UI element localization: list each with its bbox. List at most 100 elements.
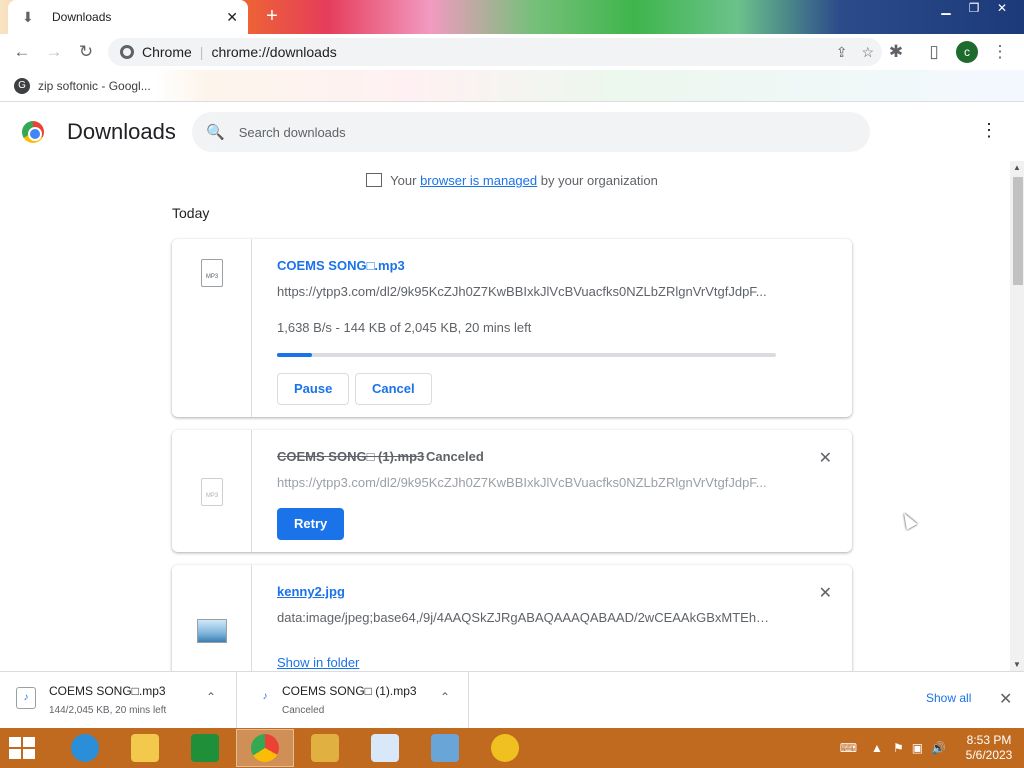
volume-icon[interactable]: 🔊: [931, 741, 946, 755]
window-controls: ▁ ❐ ✕: [932, 0, 1016, 18]
audio-file-icon: ♪: [262, 691, 268, 702]
address-bar[interactable]: Chrome | chrome://downloads ⇪ ☆: [108, 38, 882, 66]
file-icon-column: [172, 565, 252, 671]
media-taskbar-icon[interactable]: [296, 729, 354, 767]
bee-taskbar-icon[interactable]: [476, 729, 534, 767]
close-window-button[interactable]: ✕: [988, 0, 1016, 18]
remove-icon[interactable]: ✕: [819, 448, 832, 468]
managed-link[interactable]: browser is managed: [420, 173, 537, 188]
shelf-item[interactable]: ♪ COEMS SONG□.mp3 144/2,045 KB, 20 mins …: [0, 672, 237, 728]
extensions-icon[interactable]: ✱: [880, 36, 912, 68]
file-icon-column: MP3: [172, 430, 252, 552]
download-card: MP3 COEMS SONG□ (1).mp3 Canceled ✕ https…: [172, 430, 852, 552]
bookmarks-bar: G zip softonic - Googl...: [0, 70, 1024, 102]
file-name-link[interactable]: COEMS SONG□.mp3: [277, 258, 405, 273]
file-name-link[interactable]: kenny2.jpg: [277, 584, 345, 599]
forward-button[interactable]: →: [38, 36, 70, 68]
file-url: https://ytpp3.com/dl2/9k95KcZJh0Z7KwBBIx…: [277, 475, 767, 490]
title-bar: ⬇ Downloads ✕ + ▁ ❐ ✕: [0, 0, 1024, 34]
search-bar[interactable]: 🔍: [192, 112, 870, 152]
network-icon[interactable]: ▣: [912, 741, 923, 755]
reload-button[interactable]: ↻: [70, 36, 102, 68]
close-shelf-icon[interactable]: ✕: [999, 689, 1012, 709]
photo-taskbar-icon[interactable]: [416, 729, 474, 767]
download-card: kenny2.jpg ✕ data:image/jpeg;base64,/9j/…: [172, 565, 852, 671]
download-status: 1,638 B/s - 144 KB of 2,045 KB, 20 mins …: [277, 320, 532, 335]
managed-suffix: by your organization: [540, 173, 658, 188]
page-title: Downloads: [67, 119, 176, 144]
omnibox-site: Chrome: [142, 44, 192, 60]
search-input[interactable]: [238, 124, 839, 140]
omnibox-url: chrome://downloads: [211, 44, 337, 60]
shelf-item[interactable]: ♪ COEMS SONG□ (1).mp3 Canceled ⌃: [237, 672, 469, 728]
ie-taskbar-icon[interactable]: [56, 729, 114, 767]
keyboard-icon[interactable]: ⌨: [840, 741, 857, 755]
file-name: COEMS SONG□ (1).mp3: [277, 449, 425, 464]
managed-prefix: Your: [390, 173, 417, 188]
flag-icon[interactable]: ⚑: [893, 741, 904, 755]
store-taskbar-icon[interactable]: [176, 729, 234, 767]
remove-icon[interactable]: ✕: [819, 583, 832, 603]
chrome-site-icon: [120, 45, 134, 59]
show-in-folder-link[interactable]: Show in folder: [277, 655, 777, 670]
chrome-logo-icon: [22, 121, 44, 143]
show-all-button[interactable]: Show all: [926, 691, 971, 705]
chrome-taskbar-icon[interactable]: [236, 729, 294, 767]
downloads-list: Your browser is managed by your organiza…: [0, 161, 1010, 671]
shelf-item-name: COEMS SONG□.mp3: [49, 684, 166, 698]
clock[interactable]: 8:53 PM 5/6/2023: [954, 733, 1024, 763]
tab-downloads[interactable]: ⬇ Downloads ✕: [8, 0, 248, 34]
image-file-icon: [197, 619, 227, 643]
page-scrollbar[interactable]: ▲ ▼: [1010, 161, 1024, 671]
file-icon-column: MP3: [172, 239, 252, 417]
progress-bar: [277, 353, 776, 357]
windows-taskbar: ⌨ ▲ ⚑ ▣ 🔊 8:53 PM 5/6/2023: [0, 728, 1024, 768]
system-tray: ⌨ ▲ ⚑ ▣ 🔊 8:53 PM 5/6/2023: [840, 728, 1024, 768]
restore-button[interactable]: ❐: [960, 0, 988, 18]
download-shelf: ♪ COEMS SONG□.mp3 144/2,045 KB, 20 mins …: [0, 671, 1024, 728]
cancel-button[interactable]: Cancel: [355, 373, 432, 405]
retry-button[interactable]: Retry: [277, 508, 345, 540]
download-icon: ⬇: [22, 9, 34, 25]
menu-kebab-icon[interactable]: ⋮: [984, 36, 1016, 68]
clock-time: 8:53 PM: [966, 733, 1012, 747]
close-tab-icon[interactable]: ✕: [226, 9, 238, 26]
new-tab-button[interactable]: +: [262, 6, 282, 26]
clock-date: 5/6/2023: [965, 748, 1013, 762]
file-explorer-taskbar-icon[interactable]: [116, 729, 174, 767]
download-state: Canceled: [426, 449, 484, 464]
download-card: MP3 COEMS SONG□.mp3 https://ytpp3.com/dl…: [172, 239, 852, 417]
shelf-item-status: Canceled: [282, 705, 325, 716]
shelf-item-name: COEMS SONG□ (1).mp3: [282, 684, 417, 698]
mp3-file-icon: MP3: [201, 478, 223, 506]
bookmark-favicon: G: [14, 77, 30, 94]
omnibox-separator: |: [199, 44, 204, 60]
minimize-button[interactable]: ▁: [932, 0, 960, 18]
managed-notice: Your browser is managed by your organiza…: [0, 173, 1010, 188]
scroll-up-arrow-icon[interactable]: ▲: [1013, 163, 1021, 172]
tray-chevron-icon[interactable]: ▲: [871, 741, 883, 755]
scrollbar-thumb[interactable]: [1013, 177, 1023, 285]
section-label: Today: [172, 205, 210, 221]
chevron-up-icon[interactable]: ⌃: [440, 690, 450, 704]
back-button[interactable]: ←: [6, 36, 38, 68]
scroll-down-arrow-icon[interactable]: ▼: [1013, 660, 1021, 669]
downloads-header: Downloads 🔍 ⋮: [0, 103, 1024, 161]
file-url[interactable]: https://ytpp3.com/dl2/9k95KcZJh0Z7KwBBIx…: [277, 284, 777, 299]
building-icon: [366, 173, 383, 187]
tab-title: Downloads: [52, 10, 112, 24]
more-actions-icon[interactable]: ⋮: [980, 121, 998, 139]
start-button[interactable]: [0, 728, 44, 768]
chevron-up-icon[interactable]: ⌃: [206, 690, 216, 704]
pause-button[interactable]: Pause: [277, 373, 350, 405]
notepad-taskbar-icon[interactable]: [356, 729, 414, 767]
side-panel-icon[interactable]: ▯: [918, 36, 950, 68]
progress-fill: [277, 353, 312, 357]
bookmark-item[interactable]: zip softonic - Googl...: [38, 79, 151, 93]
bookmark-star-icon[interactable]: ☆: [861, 44, 874, 61]
avatar[interactable]: c: [956, 41, 978, 63]
file-url[interactable]: data:image/jpeg;base64,/9j/4AAQSkZJRgABA…: [277, 610, 777, 625]
share-icon[interactable]: ⇪: [836, 44, 848, 61]
audio-file-icon: ♪: [16, 687, 36, 709]
browser-toolbar: ← → ↻ Chrome | chrome://downloads ⇪ ☆ ✱ …: [0, 34, 1024, 70]
